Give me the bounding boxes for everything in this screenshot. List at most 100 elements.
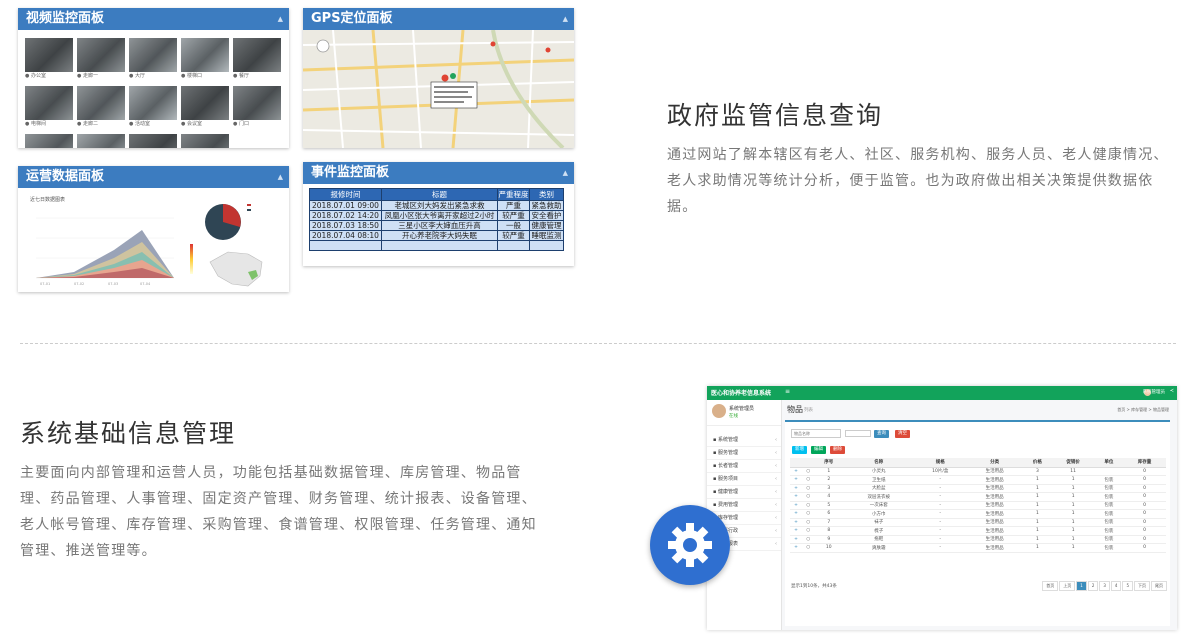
panel-title: 事件监控面板 ▲ <box>303 162 574 184</box>
sidebar-item-label: ▪ 服务管理 <box>713 450 738 456</box>
table-cell: 1 <box>1023 475 1052 485</box>
camera-feed[interactable]: ● 通道 <box>181 134 229 148</box>
expand-icon[interactable]: + <box>790 535 802 544</box>
sidebar-item[interactable]: ▪ 健康管理 ‹ <box>707 486 781 499</box>
menu-toggle-icon[interactable]: ≡ <box>785 388 790 395</box>
table-cell: 1 <box>1023 535 1052 544</box>
delete-button[interactable]: 删除 <box>830 446 845 454</box>
camera-feed[interactable]: ● 办公室 <box>25 38 73 80</box>
pager-button[interactable]: 下页 <box>1134 581 1150 591</box>
expand-icon[interactable]: + <box>790 467 802 476</box>
expand-icon[interactable]: + <box>790 492 802 502</box>
chevron-icon: ‹ <box>775 437 777 443</box>
video-monitor-panel: 视频监控面板 ▲ ● 办公室 ● 走廊一 ● 大厅 ● 楼梯口 ● 餐厅 ● 电梯间 ● 走廊… <box>18 8 289 148</box>
pager-button[interactable]: 4 <box>1110 581 1122 591</box>
sidebar-item[interactable]: ▪ 服务项目 ‹ <box>707 473 781 486</box>
row-checkbox[interactable]: ○ <box>802 543 815 553</box>
row-checkbox[interactable]: ○ <box>802 526 815 536</box>
share-icon[interactable]: ≺ <box>1170 388 1174 394</box>
row-checkbox[interactable]: ○ <box>802 509 815 519</box>
edit-button[interactable]: 编辑 <box>811 446 826 454</box>
row-checkbox[interactable]: ○ <box>802 501 815 510</box>
clear-button[interactable]: 清空 <box>895 430 910 438</box>
table-row[interactable]: + ○ 3 大脸盆 - 生活用品 1 1 包装 0 <box>790 484 1166 493</box>
row-checkbox[interactable]: ○ <box>802 467 815 476</box>
chevron-icon: ‹ <box>775 502 777 508</box>
table-cell: 健康管理 <box>529 220 564 231</box>
table-row[interactable]: 2018.07.02 14:20 凤凰小区张大爷离开家超过2小时 较严重 安全看护 <box>309 210 564 221</box>
expand-icon[interactable]: + <box>790 543 802 553</box>
camera-thumbnail <box>25 134 73 148</box>
expand-icon[interactable]: + <box>790 484 802 493</box>
camera-feed[interactable]: ● 大厅 <box>129 38 177 80</box>
camera-feed[interactable]: ● 走廊一 <box>77 38 125 80</box>
expand-icon[interactable]: + <box>790 518 802 527</box>
collapse-icon[interactable]: ▲ <box>278 166 283 188</box>
table-row[interactable]: 2018.07.03 18:50 三星小区李大婶血压升高 一般 健康管理 <box>309 220 564 231</box>
pager-button[interactable]: 上页 <box>1059 581 1076 591</box>
table-cell: 包装 <box>1094 501 1124 510</box>
pager-button[interactable]: 3 <box>1099 581 1110 591</box>
category-select[interactable] <box>845 430 871 437</box>
add-button[interactable]: 新增 <box>792 446 807 454</box>
search-button[interactable]: 查询 <box>874 430 889 438</box>
pager-button[interactable]: 首页 <box>1042 581 1059 591</box>
area-chart: 07-01 07-02 07-03 07-04 <box>36 217 174 286</box>
table-cell: - <box>914 475 967 485</box>
table-cell: 包装 <box>1094 475 1124 485</box>
camera-feed[interactable]: ● 楼梯口 <box>181 38 229 80</box>
collapse-icon[interactable]: ▲ <box>563 162 568 184</box>
sidebar-item[interactable]: ▪ 长者管理 ‹ <box>707 460 781 473</box>
pager-button[interactable]: 2 <box>1087 581 1099 591</box>
camera-feed[interactable]: ● 前台 <box>25 134 73 148</box>
pager-button[interactable]: 5 <box>1122 581 1133 591</box>
table-cell: 11 <box>1051 467 1095 476</box>
table-cell: 1 <box>1023 543 1052 553</box>
table-row[interactable]: + ○ 6 小方巾 - 生活用品 1 1 包装 0 <box>790 509 1166 519</box>
camera-feed[interactable]: ● 活动室 <box>129 86 177 128</box>
camera-feed[interactable]: ● 电梯间 <box>25 86 73 128</box>
sidebar-item[interactable]: ▪ 系统管理 ‹ <box>707 434 781 447</box>
table-row[interactable]: + ○ 5 一次床套 - 生活用品 1 1 包装 0 <box>790 501 1166 510</box>
camera-feed[interactable]: ● 门口 <box>233 86 281 128</box>
table-row[interactable]: + ○ 8 梳子 - 生活用品 1 1 包装 0 <box>790 526 1166 536</box>
expand-icon[interactable]: + <box>790 526 802 536</box>
table-cell: 1 <box>1023 501 1052 510</box>
table-row[interactable]: + ○ 9 拖鞋 - 生活用品 1 1 包装 0 <box>790 535 1166 544</box>
sidebar-item[interactable]: ▪ 服务管理 ‹ <box>707 447 781 460</box>
admin-brand: 医心和协养老信息系统 <box>711 390 772 397</box>
table-cell: 1 <box>1051 518 1095 527</box>
camera-feed[interactable]: ● 库房 <box>129 134 177 148</box>
table-row[interactable]: + ○ 1 小灵丸 10片/盒 生活用品 3 11 0 <box>790 467 1166 476</box>
row-checkbox[interactable]: ○ <box>802 535 815 544</box>
table-row[interactable]: 2018.07.01 09:00 老城区刘大妈发出紧急求救 严重 紧急救助 <box>309 200 564 211</box>
row-checkbox[interactable]: ○ <box>802 518 815 527</box>
search-input[interactable] <box>791 429 841 438</box>
pager-button[interactable]: 1 <box>1076 581 1087 591</box>
expand-icon[interactable]: + <box>790 475 802 485</box>
row-checkbox[interactable]: ○ <box>802 492 815 502</box>
sidebar-status: 在线 <box>729 414 738 419</box>
expand-icon[interactable]: + <box>790 509 802 519</box>
table-row[interactable]: + ○ 4 双层洗衣被 - 生活用品 1 1 包装 0 <box>790 492 1166 502</box>
camera-feed[interactable]: ● 厨房 <box>77 134 125 148</box>
sidebar-item-label: ▪ 服务项目 <box>713 476 738 482</box>
camera-feed[interactable]: ● 走廊二 <box>77 86 125 128</box>
table-cell: - <box>914 543 967 553</box>
table-cell: 开心养老院李大妈失眠 <box>380 230 499 241</box>
camera-feed[interactable]: ● 餐厅 <box>233 38 281 80</box>
table-row[interactable]: + ○ 2 卫生纸 - 生活用品 1 1 包装 0 <box>790 475 1166 485</box>
table-cell: 1 <box>1023 492 1052 502</box>
row-checkbox[interactable]: ○ <box>802 475 815 485</box>
table-row[interactable]: + ○ 7 袜子 - 生活用品 1 1 包装 0 <box>790 518 1166 527</box>
camera-feed[interactable]: ● 会议室 <box>181 86 229 128</box>
expand-icon[interactable]: + <box>790 501 802 510</box>
table-cell: 包装 <box>1094 509 1124 519</box>
table-row[interactable]: 2018.07.04 08:10 开心养老院李大妈失眠 较严重 睡眠监测 <box>309 230 564 241</box>
pager-button[interactable]: 尾页 <box>1151 581 1167 591</box>
row-checkbox[interactable]: ○ <box>802 484 815 493</box>
table-row[interactable]: + ○ 10 爽肤霜 - 生活用品 1 1 包装 0 <box>790 543 1166 553</box>
collapse-icon[interactable]: ▲ <box>563 8 568 30</box>
collapse-icon[interactable]: ▲ <box>278 8 283 30</box>
gps-map[interactable] <box>303 30 574 148</box>
